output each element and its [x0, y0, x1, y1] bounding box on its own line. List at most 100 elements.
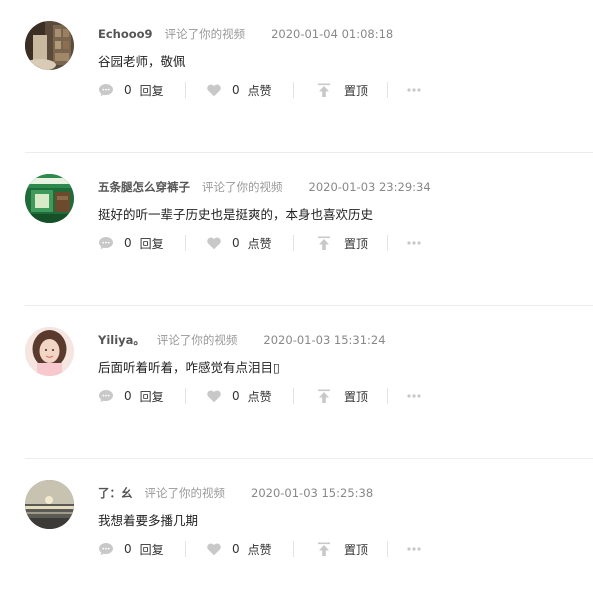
like-button[interactable]: 0 点赞: [206, 541, 293, 558]
action-divider: [293, 541, 294, 557]
comment-item: Yiliya。 评论了你的视频 2020-01-03 15:31:24 后面听着…: [0, 306, 593, 459]
avatar-image: [25, 174, 74, 223]
action-divider: [293, 82, 294, 98]
timestamp: 2020-01-03 15:25:38: [251, 486, 374, 500]
comment-meta: Yiliya。 评论了你的视频 2020-01-03 15:31:24: [98, 333, 386, 347]
username[interactable]: Echooo9: [98, 27, 153, 41]
comment-item: 五条腿怎么穿裤子 评论了你的视频 2020-01-03 23:29:34 挺好的…: [0, 153, 593, 306]
heart-icon: [206, 235, 222, 251]
avatar[interactable]: [25, 480, 74, 529]
username[interactable]: 了：幺: [98, 486, 133, 500]
more-button[interactable]: [406, 541, 422, 557]
reply-button[interactable]: 0 回复: [98, 235, 185, 252]
action-divider: [185, 388, 186, 404]
like-count: 0: [232, 236, 240, 250]
action-divider: [293, 388, 294, 404]
comment-icon: [98, 388, 114, 404]
heart-icon: [206, 541, 222, 557]
heart-icon: [206, 82, 222, 98]
action-text: 评论了你的视频: [156, 333, 238, 347]
pin-top-icon: [316, 388, 332, 404]
comment-actions: 0 回复 0 点赞 置顶: [98, 541, 422, 558]
like-button[interactable]: 0 点赞: [206, 82, 293, 99]
avatar[interactable]: [25, 21, 74, 70]
more-dots-icon: [406, 235, 422, 251]
pin-top-icon: [316, 235, 332, 251]
reply-count: 0: [124, 83, 132, 97]
comment-actions: 0 回复 0 点赞 置顶: [98, 388, 422, 405]
pin-label: 置顶: [344, 542, 369, 557]
more-button[interactable]: [406, 82, 422, 98]
more-dots-icon: [406, 541, 422, 557]
action-divider: [185, 541, 186, 557]
heart-icon: [206, 388, 222, 404]
timestamp: 2020-01-03 15:31:24: [263, 333, 386, 347]
avatar[interactable]: [25, 174, 74, 223]
comment-item: Echooo9 评论了你的视频 2020-01-04 01:08:18 谷园老师…: [0, 0, 593, 153]
avatar-image: [25, 480, 74, 529]
reply-label: 回复: [139, 236, 164, 251]
comment-item: 了：幺 评论了你的视频 2020-01-03 15:25:38 我想着要多播几期…: [0, 459, 593, 590]
reply-label: 回复: [139, 389, 164, 404]
timestamp: 2020-01-03 23:29:34: [308, 180, 431, 194]
username[interactable]: Yiliya。: [98, 333, 145, 347]
action-divider: [185, 82, 186, 98]
pin-top-icon: [316, 541, 332, 557]
reply-label: 回复: [139, 542, 164, 557]
comment-text: 后面听着听着，咋感觉有点泪目▯: [98, 360, 280, 375]
action-divider: [293, 235, 294, 251]
like-count: 0: [232, 83, 240, 97]
action-text: 评论了你的视频: [164, 27, 246, 41]
more-button[interactable]: [406, 235, 422, 251]
action-divider: [387, 82, 388, 98]
reply-button[interactable]: 0 回复: [98, 541, 185, 558]
avatar-image: [25, 21, 74, 70]
comment-icon: [98, 235, 114, 251]
pin-label: 置顶: [344, 83, 369, 98]
comment-list: Echooo9 评论了你的视频 2020-01-04 01:08:18 谷园老师…: [0, 0, 593, 590]
reply-count: 0: [124, 236, 132, 250]
reply-count: 0: [124, 389, 132, 403]
pin-label: 置顶: [344, 236, 369, 251]
comment-icon: [98, 541, 114, 557]
action-divider: [387, 388, 388, 404]
comment-text: 我想着要多播几期: [98, 513, 199, 528]
comment-icon: [98, 82, 114, 98]
action-divider: [387, 541, 388, 557]
reply-label: 回复: [139, 83, 164, 98]
username[interactable]: 五条腿怎么穿裤子: [98, 180, 190, 194]
avatar-image: [25, 327, 74, 376]
pin-button[interactable]: 置顶: [316, 235, 387, 252]
like-label: 点赞: [247, 236, 272, 251]
action-divider: [387, 235, 388, 251]
pin-top-icon: [316, 82, 332, 98]
pin-label: 置顶: [344, 389, 369, 404]
pin-button[interactable]: 置顶: [316, 541, 387, 558]
pin-button[interactable]: 置顶: [316, 388, 387, 405]
like-label: 点赞: [247, 83, 272, 98]
action-text: 评论了你的视频: [144, 486, 226, 500]
more-button[interactable]: [406, 388, 422, 404]
pin-button[interactable]: 置顶: [316, 82, 387, 99]
comment-meta: Echooo9 评论了你的视频 2020-01-04 01:08:18: [98, 27, 393, 41]
like-button[interactable]: 0 点赞: [206, 235, 293, 252]
more-dots-icon: [406, 82, 422, 98]
like-count: 0: [232, 542, 240, 556]
action-text: 评论了你的视频: [202, 180, 283, 194]
like-count: 0: [232, 389, 240, 403]
reply-count: 0: [124, 542, 132, 556]
reply-button[interactable]: 0 回复: [98, 82, 185, 99]
like-label: 点赞: [247, 542, 272, 557]
comment-text: 挺好的听一辈子历史也是挺爽的，本身也喜欢历史: [98, 207, 374, 222]
comment-text: 谷园老师，敬佩: [98, 54, 186, 69]
like-label: 点赞: [247, 389, 272, 404]
comment-actions: 0 回复 0 点赞 置顶: [98, 235, 422, 252]
avatar[interactable]: [25, 327, 74, 376]
comment-meta: 五条腿怎么穿裤子 评论了你的视频 2020-01-03 23:29:34: [98, 180, 431, 194]
comment-meta: 了：幺 评论了你的视频 2020-01-03 15:25:38: [98, 486, 373, 500]
more-dots-icon: [406, 388, 422, 404]
reply-button[interactable]: 0 回复: [98, 388, 185, 405]
timestamp: 2020-01-04 01:08:18: [271, 27, 394, 41]
like-button[interactable]: 0 点赞: [206, 388, 293, 405]
action-divider: [185, 235, 186, 251]
